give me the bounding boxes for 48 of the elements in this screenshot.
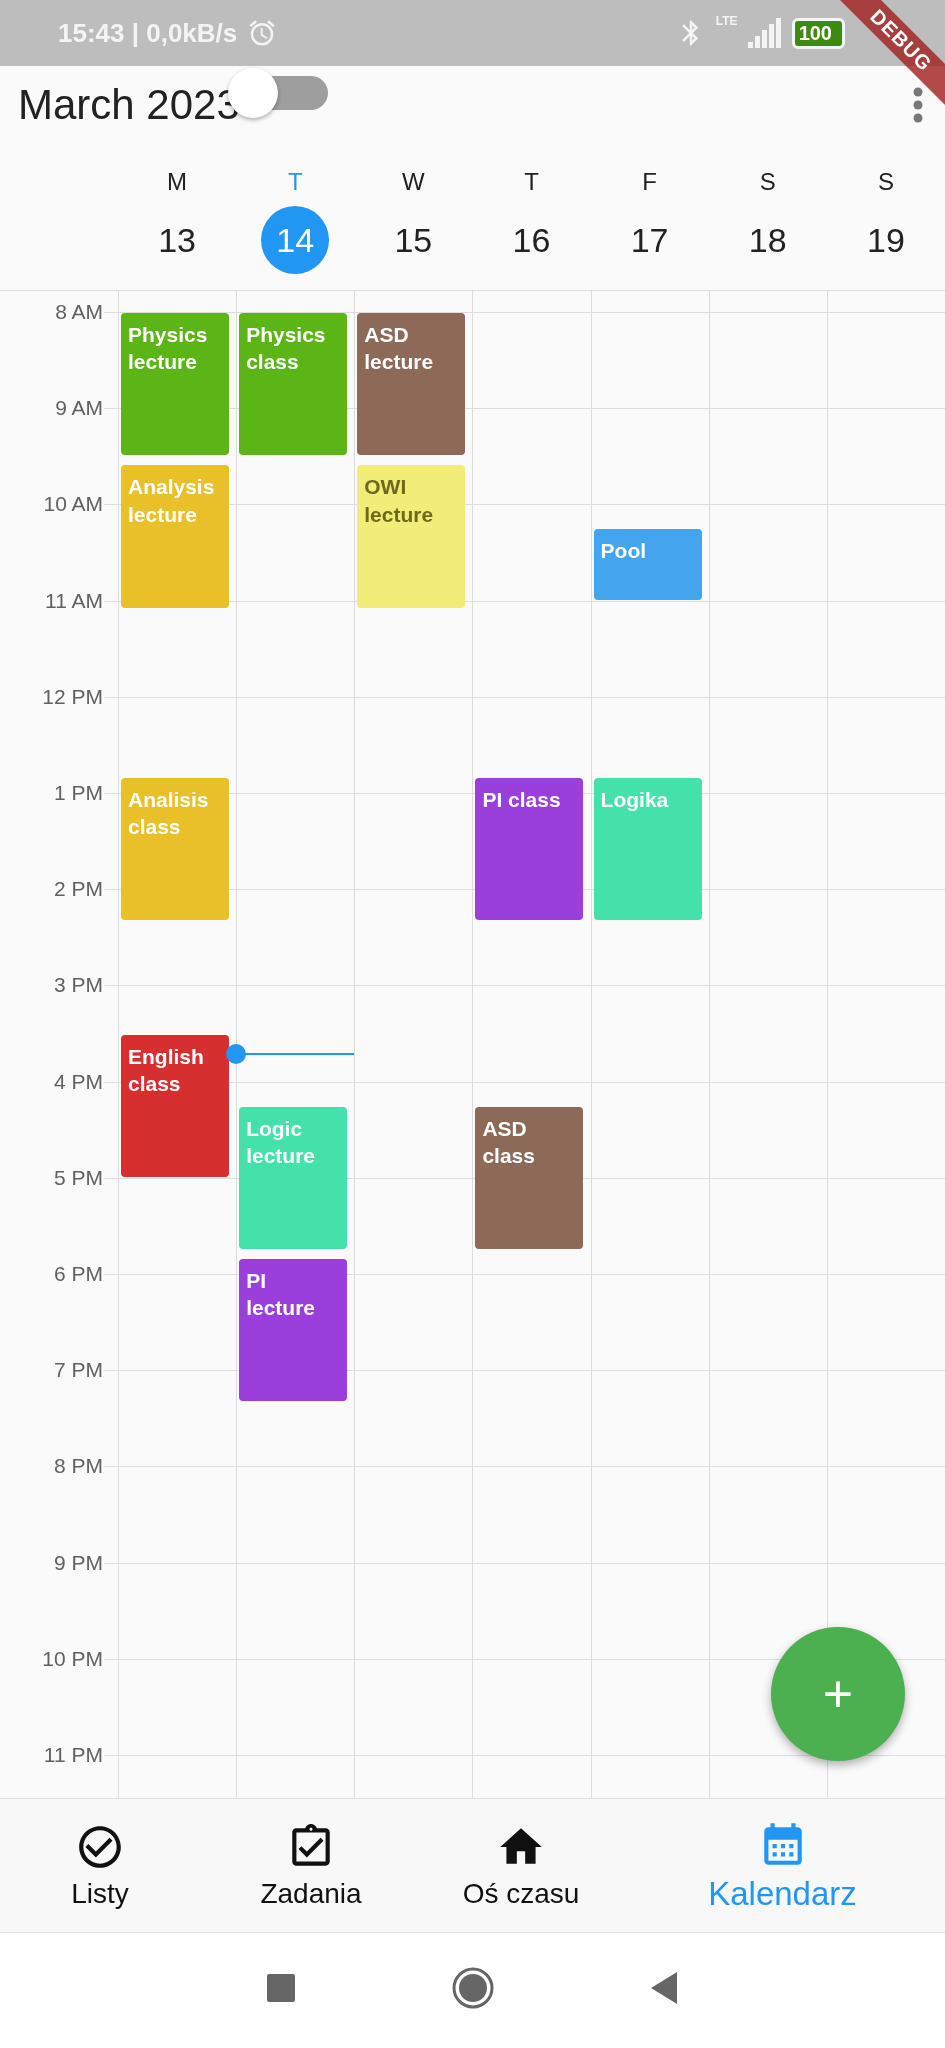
- nav-item[interactable]: Kalendarz: [620, 1799, 945, 1932]
- hour-label: 5 PM: [54, 1165, 103, 1190]
- event-card[interactable]: PI lecture: [239, 1258, 348, 1402]
- hour-label: 9 AM: [55, 396, 103, 421]
- weekday-label: M: [167, 168, 188, 196]
- weekday-label: S: [759, 168, 776, 196]
- day-number[interactable]: 17: [615, 206, 684, 274]
- hour-label: 10 AM: [43, 492, 103, 517]
- hour-label: 4 PM: [54, 1069, 103, 1094]
- day-number[interactable]: 16: [497, 206, 566, 274]
- day-number[interactable]: 19: [851, 206, 920, 274]
- battery-indicator: 100: [791, 17, 845, 49]
- hour-label: 12 PM: [42, 684, 103, 709]
- add-button[interactable]: +: [771, 1627, 905, 1761]
- more-icon[interactable]: [913, 87, 923, 123]
- hour-label: 3 PM: [54, 973, 103, 998]
- weekday-label: W: [402, 168, 425, 196]
- event-card[interactable]: ASD class: [475, 1106, 584, 1249]
- hour-label: 9 PM: [54, 1550, 103, 1575]
- hour-label: 2 PM: [54, 877, 103, 902]
- hour-label: 8 AM: [55, 300, 103, 324]
- signal-icon: [747, 18, 782, 48]
- hour-label: 1 PM: [54, 781, 103, 805]
- hour-label: 7 PM: [54, 1358, 103, 1383]
- event-card[interactable]: Physics class: [239, 313, 348, 456]
- hour-label: 8 PM: [54, 1454, 103, 1479]
- weekday-label: T: [524, 168, 539, 196]
- day-number[interactable]: 13: [143, 206, 212, 274]
- event-card[interactable]: PI class: [475, 777, 584, 921]
- event-card[interactable]: English class: [121, 1034, 229, 1177]
- event-card[interactable]: Pool: [593, 529, 702, 600]
- hour-label: 6 PM: [54, 1262, 103, 1286]
- event-card[interactable]: ASD lecture: [357, 313, 466, 456]
- hour-label: 11 AM: [45, 588, 103, 613]
- hour-label: 10 PM: [42, 1646, 103, 1671]
- hour-label: 11 PM: [43, 1743, 103, 1767]
- event-card[interactable]: OWI lecture: [357, 465, 466, 608]
- nav-item[interactable]: Zadania: [200, 1799, 422, 1932]
- current-time-dot: [226, 1044, 247, 1065]
- event-card[interactable]: Physics lecture: [121, 313, 229, 456]
- day-number[interactable]: 14: [261, 206, 330, 274]
- weekday-label: F: [642, 168, 657, 196]
- day-number[interactable]: 18: [733, 206, 802, 274]
- day-number[interactable]: 15: [379, 206, 448, 274]
- weekday-label: T: [287, 168, 303, 196]
- nav-item[interactable]: Listy: [0, 1799, 200, 1932]
- nav-item[interactable]: Oś czasu: [422, 1799, 620, 1932]
- weekday-label: S: [877, 168, 894, 196]
